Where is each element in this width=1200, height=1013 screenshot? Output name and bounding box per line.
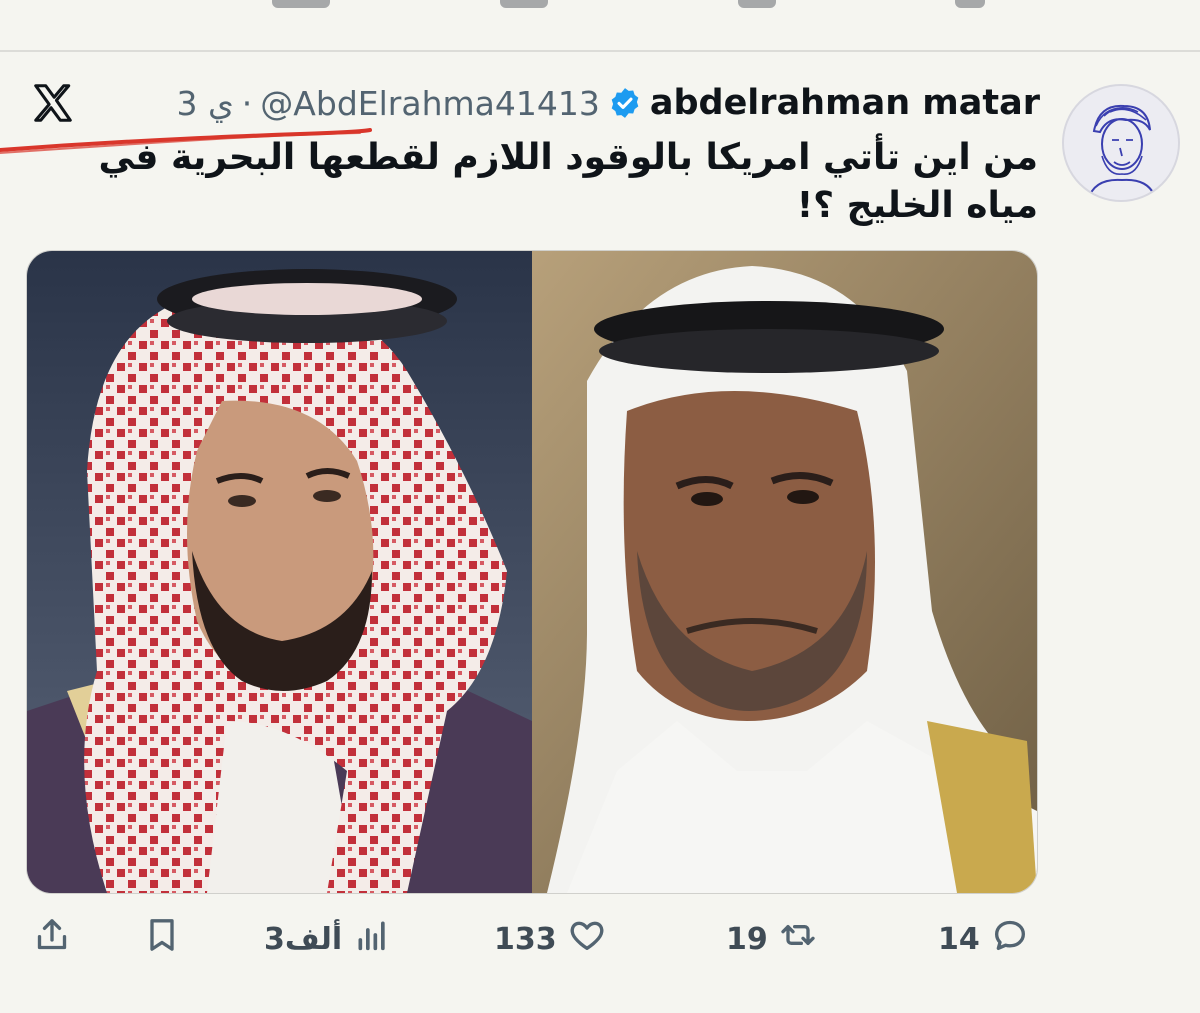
views-count: 3ألف [264, 921, 343, 957]
share-action[interactable] [32, 912, 72, 966]
verified-badge-icon [608, 86, 642, 120]
separator-dot: · [241, 83, 253, 123]
display-name[interactable]: abdelrahman matar [650, 83, 1040, 123]
like-count: 133 [494, 921, 557, 957]
handle[interactable]: @AbdElrahma41413 [260, 84, 600, 123]
bookmark-icon [142, 915, 182, 963]
timestamp[interactable]: 3 ي [176, 84, 233, 123]
tweet-image[interactable] [26, 250, 1038, 894]
tweet-text: من اين تأتي امريكا بالوقود اللازم لقطعها… [98, 137, 1038, 226]
avatar[interactable] [1062, 84, 1180, 202]
heart-icon [567, 915, 607, 963]
retweet-icon [778, 915, 818, 963]
retweet-action[interactable]: 19 [726, 912, 818, 966]
tweet-screenshot: abdelrahman matar @AbdElrahma41413 · 3 ي… [0, 0, 1200, 1013]
views-action[interactable]: 3ألف [264, 912, 392, 966]
tweet-divider [0, 50, 1200, 52]
views-icon [352, 915, 392, 963]
like-action[interactable]: 133 [494, 912, 607, 966]
previous-tweet-actions [0, 0, 1200, 14]
reply-count: 14 [938, 921, 980, 957]
reply-action[interactable]: 14 [938, 912, 1030, 966]
share-icon [32, 915, 72, 963]
reply-icon [990, 915, 1030, 963]
bookmark-action[interactable] [142, 912, 182, 966]
retweet-count: 19 [726, 921, 768, 957]
